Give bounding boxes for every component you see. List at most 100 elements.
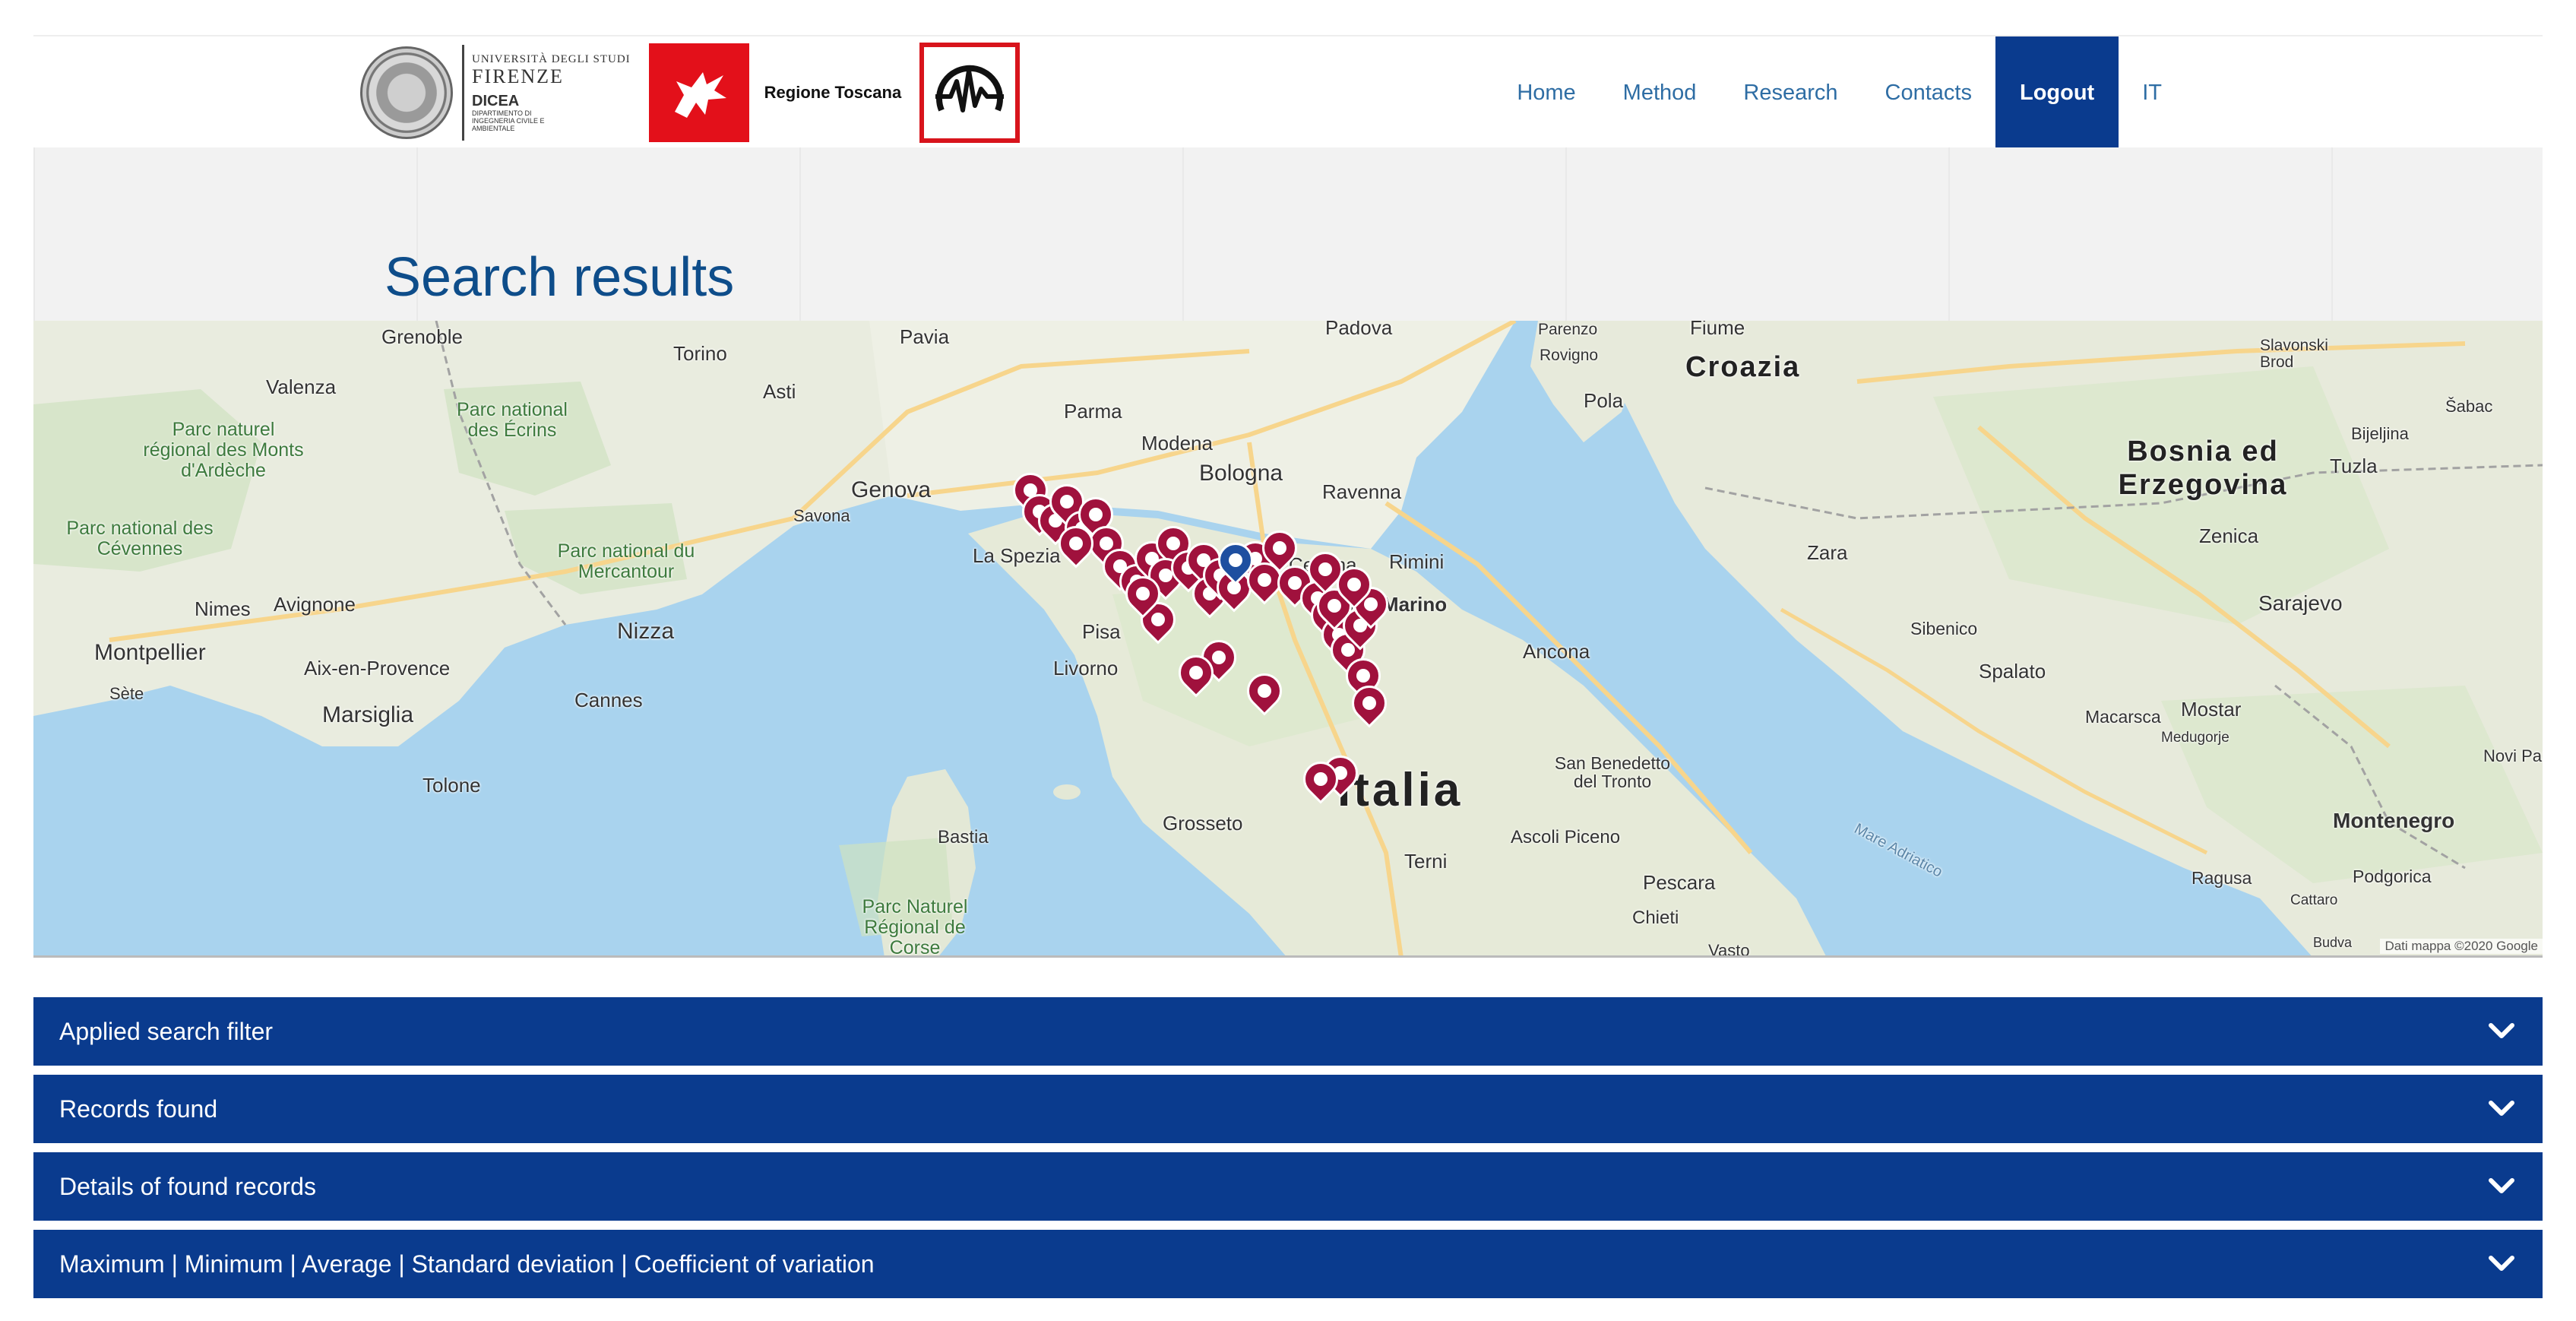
dept-full-name: DIPARTIMENTO DI INGEGNERIA CIVILE E AMBI… bbox=[472, 109, 545, 132]
nav-method[interactable]: Method bbox=[1600, 36, 1720, 149]
nav-research[interactable]: Research bbox=[1720, 36, 1861, 149]
map-label-parenzo: Parenzo bbox=[1538, 321, 1598, 338]
accordion-label: Maximum | Minimum | Average | Standard d… bbox=[59, 1250, 875, 1278]
logo-group: UNIVERSITÀ DEGLI STUDI FIRENZE DICEA DIP… bbox=[360, 41, 1021, 144]
chevron-down-icon[interactable] bbox=[2486, 1171, 2517, 1202]
map-label-genova: Genova bbox=[851, 477, 932, 502]
chevron-down-icon[interactable] bbox=[2486, 1094, 2517, 1124]
university-seal-icon bbox=[360, 46, 453, 139]
region-name: Regione Toscana bbox=[764, 83, 902, 102]
map-credit: Dati mappa ©2020 Google bbox=[2380, 939, 2543, 954]
map-label-spalato: Spalato bbox=[1979, 660, 2046, 683]
title-band: Search results bbox=[33, 147, 2543, 321]
map-label-zenica: Zenica bbox=[2199, 524, 2259, 547]
map-label-medugorje: Medugorje bbox=[2161, 730, 2229, 746]
map-label-sanbenedetto: San Benedetto del Tronto bbox=[1554, 753, 1671, 791]
map-marker-icon[interactable] bbox=[1051, 518, 1101, 575]
accordion-label: Applied search filter bbox=[59, 1017, 274, 1045]
accordion-statistics[interactable]: Maximum | Minimum | Average | Standard d… bbox=[33, 1230, 2543, 1298]
map-park-cevennes: Parc national des Cévennes bbox=[66, 518, 214, 559]
map-label-asti: Asti bbox=[763, 380, 796, 403]
accordion-label: Records found bbox=[59, 1094, 218, 1123]
map-label-nizza: Nizza bbox=[617, 619, 675, 644]
map-label-pavia: Pavia bbox=[900, 325, 950, 348]
pegasus-icon bbox=[648, 43, 749, 142]
site-header: UNIVERSITÀ DEGLI STUDI FIRENZE DICEA DIP… bbox=[33, 35, 2543, 149]
nav-logout[interactable]: Logout bbox=[1995, 36, 2119, 149]
unifi-logo: UNIVERSITÀ DEGLI STUDI FIRENZE DICEA DIP… bbox=[462, 45, 631, 141]
map-label-aix: Aix-en-Provence bbox=[304, 657, 451, 680]
main-nav: Home Method Research Contacts Logout IT bbox=[1493, 36, 2185, 149]
map-label-makarska: Macarsca bbox=[2085, 707, 2161, 727]
accordion-applied-search-filter[interactable]: Applied search filter bbox=[33, 997, 2543, 1066]
map-marker-icon[interactable] bbox=[1296, 754, 1346, 810]
map-marker-icon[interactable] bbox=[1171, 648, 1221, 704]
map-park-ardeche: Parc naturel régional des Monts d'Ardèch… bbox=[143, 419, 304, 481]
map-label-cattaro: Cattaro bbox=[2290, 892, 2338, 908]
map-label-cannes: Cannes bbox=[574, 689, 643, 711]
chevron-down-icon[interactable] bbox=[2486, 1016, 2517, 1047]
map-label-bijeljina: Bijeljina bbox=[2351, 424, 2409, 443]
map-label-montenegro: Montenegro bbox=[2333, 809, 2455, 832]
map-label-marsiglia: Marsiglia bbox=[322, 702, 414, 727]
map-marker-icon[interactable] bbox=[1344, 678, 1394, 734]
map-country-bosnia: Bosnia ed Erzegovina bbox=[2118, 436, 2288, 501]
map-marker-icon[interactable] bbox=[1239, 666, 1290, 722]
page-frame: UNIVERSITÀ DEGLI STUDI FIRENZE DICEA DIP… bbox=[33, 35, 2543, 1300]
map-label-ascoli: Ascoli Piceno bbox=[1511, 827, 1621, 847]
nav-language-it[interactable]: IT bbox=[2119, 36, 2185, 149]
map-country-croazia: Croazia bbox=[1685, 351, 1801, 383]
selected-map-marker-icon[interactable] bbox=[1210, 535, 1261, 591]
chevron-down-icon[interactable] bbox=[2486, 1249, 2517, 1279]
map-label-torino: Torino bbox=[673, 342, 727, 365]
map-label-avignone: Avignone bbox=[274, 593, 356, 616]
nav-contacts[interactable]: Contacts bbox=[1862, 36, 1995, 149]
map-label-sabac: Šabac bbox=[2445, 397, 2493, 416]
map-label-savona: Savona bbox=[793, 506, 850, 525]
unifi-line1: UNIVERSITÀ DEGLI STUDI bbox=[472, 53, 631, 65]
nav-home[interactable]: Home bbox=[1493, 36, 1599, 149]
map-label-sarajevo: Sarajevo bbox=[2258, 591, 2343, 615]
map-park-ecrins: Parc national des Écrins bbox=[457, 399, 568, 441]
results-map[interactable]: Grenoble Torino Pavia Padova Parenzo Fiu… bbox=[33, 321, 2543, 958]
map-label-sete: Sète bbox=[109, 684, 144, 703]
map-base bbox=[33, 321, 2543, 955]
accordion-label: Details of found records bbox=[59, 1172, 316, 1200]
map-label-ancona: Ancona bbox=[1523, 640, 1590, 663]
dept-name: DICEA bbox=[472, 93, 520, 109]
map-label-bologna: Bologna bbox=[1199, 461, 1283, 486]
map-marker-icon[interactable] bbox=[1300, 544, 1350, 600]
map-label-terni: Terni bbox=[1404, 850, 1448, 873]
accordion-records-found[interactable]: Records found bbox=[33, 1075, 2543, 1143]
map-label-rimini: Rimini bbox=[1389, 550, 1445, 573]
map-label-mostar: Mostar bbox=[2181, 698, 2242, 721]
map-marker-icon[interactable] bbox=[1118, 569, 1168, 625]
map-label-rovigno: Rovigno bbox=[1540, 347, 1599, 364]
page-title: Search results bbox=[385, 247, 735, 308]
map-label-tuzla: Tuzla bbox=[2330, 455, 2378, 477]
map-park-corse: Parc Naturel Régional de Corse bbox=[862, 896, 968, 958]
map-label-podgorica: Podgorica bbox=[2353, 866, 2432, 886]
map-label-slavonski: Slavonski Brod bbox=[2260, 337, 2328, 371]
unifi-line2: FIRENZE bbox=[472, 65, 564, 87]
map-label-pescara: Pescara bbox=[1643, 871, 1716, 894]
map-label-padova: Padova bbox=[1325, 321, 1393, 339]
map-label-valenza: Valenza bbox=[266, 375, 337, 398]
map-label-ragusa: Ragusa bbox=[2191, 868, 2252, 888]
map-label-sibenico: Sibenico bbox=[1910, 619, 1978, 638]
map-label-livorno: Livorno bbox=[1053, 657, 1119, 680]
map-label-chieti: Chieti bbox=[1632, 908, 1679, 928]
map-park-mercantour: Parc national du Mercantour bbox=[557, 540, 695, 582]
map-label-fiume: Fiume bbox=[1690, 321, 1745, 339]
map-label-modena: Modena bbox=[1141, 432, 1213, 455]
map-label-montpellier: Montpellier bbox=[94, 640, 206, 665]
seismograph-icon bbox=[919, 43, 1021, 143]
map-label-tolone: Tolone bbox=[422, 774, 481, 797]
map-label-zara: Zara bbox=[1807, 541, 1848, 564]
map-label-grenoble: Grenoble bbox=[381, 325, 463, 348]
map-label-novipazar: Novi Pazar bbox=[2483, 746, 2543, 765]
map-label-ravenna: Ravenna bbox=[1322, 480, 1402, 503]
map-label-pisa: Pisa bbox=[1082, 620, 1121, 643]
accordion-details-found-records[interactable]: Details of found records bbox=[33, 1152, 2543, 1221]
map-label-bastia: Bastia bbox=[938, 827, 989, 847]
